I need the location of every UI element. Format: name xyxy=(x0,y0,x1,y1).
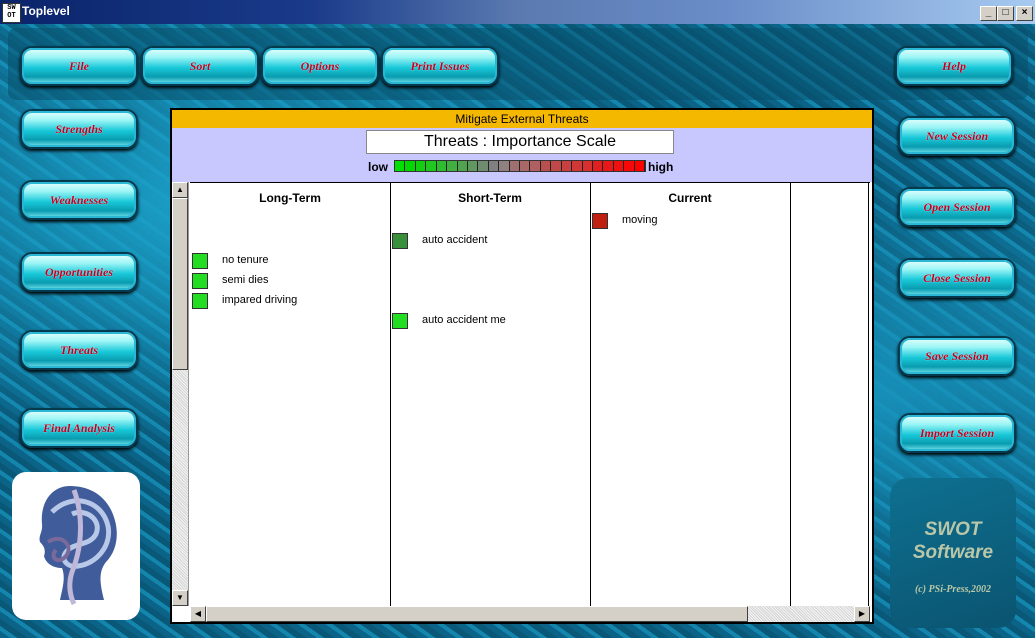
scale-segment xyxy=(436,161,448,171)
scroll-down-icon[interactable]: ▼ xyxy=(172,590,188,606)
threat-label: auto accident me xyxy=(422,314,506,326)
scroll-right-icon[interactable]: ▶ xyxy=(854,606,870,622)
scale-segment xyxy=(561,161,573,171)
scale-segment xyxy=(530,161,541,171)
scale-segment xyxy=(499,161,510,171)
scale-segment xyxy=(634,161,646,171)
scroll-left-icon[interactable]: ◀ xyxy=(190,606,206,622)
column-long-term: Long-Term no tenure semi dies impared dr… xyxy=(190,183,391,607)
swot-logo xyxy=(12,472,140,620)
opportunities-button[interactable]: Opportunities xyxy=(20,252,138,292)
importance-swatch xyxy=(192,273,208,289)
scale-segment xyxy=(478,161,489,171)
column-short-term: Short-Term auto accident auto accident m… xyxy=(390,183,591,607)
threats-grid: Long-Term no tenure semi dies impared dr… xyxy=(190,182,870,607)
help-button[interactable]: Help xyxy=(895,46,1013,86)
new-session-button[interactable]: New Session xyxy=(898,116,1016,156)
column-current: Current moving xyxy=(590,183,791,607)
scale-high-label: high xyxy=(648,160,674,174)
threat-label: impared driving xyxy=(222,294,298,306)
close-session-button[interactable]: Close Session xyxy=(898,258,1016,298)
threats-panel: Mitigate External Threats Threats : Impo… xyxy=(170,108,874,624)
scale-header: Threats : Importance Scale low high xyxy=(172,128,872,182)
horizontal-scrollbar[interactable]: ◀ ▶ xyxy=(190,606,870,622)
threat-label: moving xyxy=(622,214,658,226)
scale-segment xyxy=(426,161,437,171)
scale-low-label: low xyxy=(368,160,388,174)
scale-segment xyxy=(540,161,552,171)
importance-swatch xyxy=(592,213,608,229)
sort-menu-button[interactable]: Sort xyxy=(141,46,259,86)
options-menu-button[interactable]: Options xyxy=(261,46,379,86)
app-frame: File Sort Options Print Issues Help Stre… xyxy=(0,24,1035,638)
column-header: Short-Term xyxy=(458,191,522,205)
column-empty xyxy=(790,183,869,607)
column-header: Current xyxy=(668,191,712,205)
threat-label: auto accident xyxy=(422,234,488,246)
scale-segment xyxy=(624,161,635,171)
scale-segment xyxy=(395,161,406,171)
importance-swatch xyxy=(392,313,408,329)
importance-scale-bar xyxy=(394,160,646,172)
scale-segment xyxy=(447,161,458,171)
scale-segment xyxy=(520,161,531,171)
window-title: Toplevel xyxy=(22,4,70,18)
scale-title: Threats : Importance Scale xyxy=(366,130,674,154)
minimize-button[interactable]: _ xyxy=(980,6,997,21)
scroll-up-icon[interactable]: ▲ xyxy=(172,182,188,198)
vertical-scrollbar[interactable]: ▲ ▼ xyxy=(172,182,189,606)
file-menu-button[interactable]: File xyxy=(20,46,138,86)
open-session-button[interactable]: Open Session xyxy=(898,187,1016,227)
scale-segment xyxy=(572,161,583,171)
scale-segment xyxy=(457,161,468,171)
vertical-scroll-thumb[interactable] xyxy=(172,198,188,370)
threat-label: no tenure xyxy=(222,254,269,266)
scale-segment xyxy=(405,161,416,171)
app-icon: SW OT xyxy=(2,3,21,23)
threats-button[interactable]: Threats xyxy=(20,330,138,370)
head-logo-icon xyxy=(39,486,117,606)
scale-segment xyxy=(551,161,562,171)
brand-copyright: (c) PSi-Press,2002 xyxy=(914,584,992,595)
threat-label: semi dies xyxy=(222,274,269,286)
horizontal-scroll-thumb[interactable] xyxy=(206,606,748,622)
brand-panel: SWOT Software (c) PSi-Press,2002 xyxy=(890,478,1016,628)
maximize-button[interactable]: □ xyxy=(997,6,1014,21)
importance-swatch xyxy=(392,233,408,249)
strengths-button[interactable]: Strengths xyxy=(20,109,138,149)
brand-title: SWOT Software xyxy=(912,519,994,563)
panel-subtitle: Mitigate External Threats xyxy=(172,110,872,128)
final-analysis-button[interactable]: Final Analysis xyxy=(20,408,138,448)
print-issues-button[interactable]: Print Issues xyxy=(381,46,499,86)
weaknesses-button[interactable]: Weaknesses xyxy=(20,180,138,220)
scale-segment xyxy=(593,161,604,171)
scale-segment xyxy=(613,161,625,171)
scale-segment xyxy=(488,161,500,171)
column-header: Long-Term xyxy=(259,191,321,205)
import-session-button[interactable]: Import Session xyxy=(898,413,1016,453)
importance-swatch xyxy=(192,293,208,309)
scale-segment xyxy=(415,161,427,171)
scale-segment xyxy=(509,161,521,171)
title-bar: SW OT Toplevel _ □ × xyxy=(0,0,1035,24)
scale-segment xyxy=(582,161,594,171)
save-session-button[interactable]: Save Session xyxy=(898,336,1016,376)
scale-segment xyxy=(467,161,479,171)
close-button[interactable]: × xyxy=(1016,6,1033,21)
importance-swatch xyxy=(192,253,208,269)
scale-segment xyxy=(603,161,614,171)
